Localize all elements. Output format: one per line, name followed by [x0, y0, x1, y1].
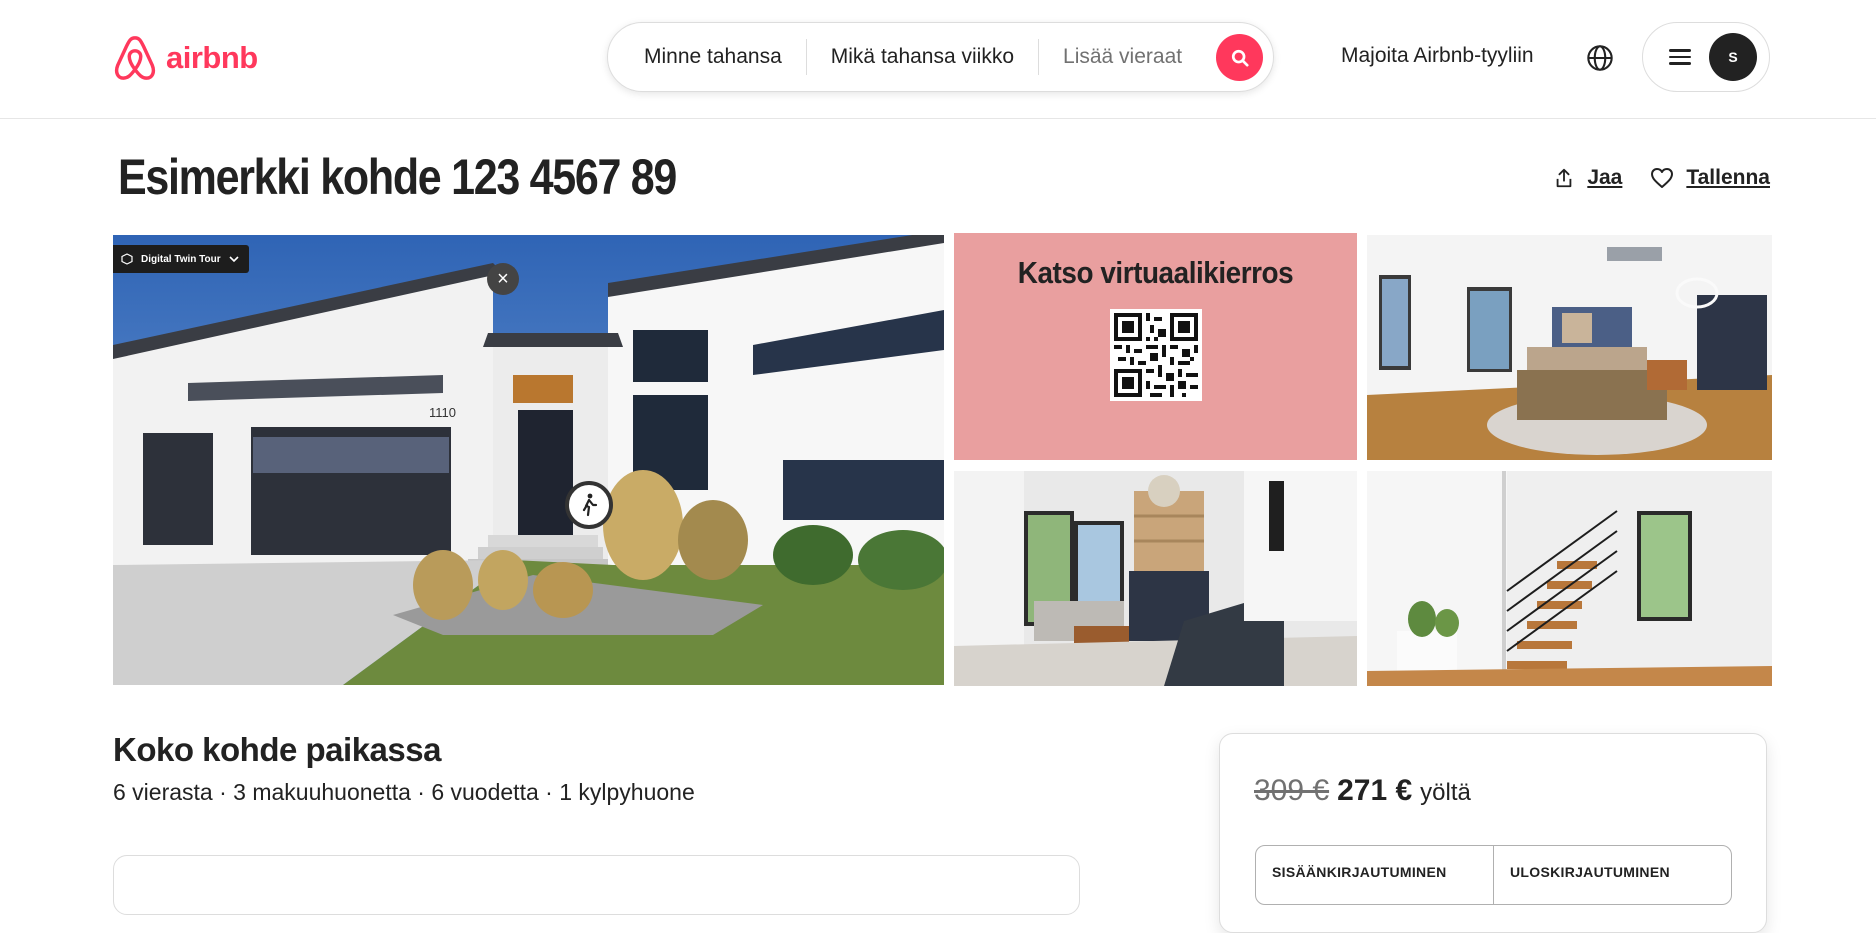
user-menu-button[interactable]: S	[1642, 22, 1770, 92]
walk-navigation-button[interactable]	[565, 481, 613, 529]
qr-code-icon	[1114, 313, 1198, 397]
host-link[interactable]: Majoita Airbnb-tyyliin	[1341, 44, 1534, 68]
price-unit: yöltä	[1420, 779, 1471, 806]
booking-card: 309 € 271 € yöltä SISÄÄNKIRJAUTUMINEN UL…	[1219, 733, 1767, 933]
airbnb-logo[interactable]: airbnb	[112, 33, 258, 83]
close-tour-button[interactable]: ×	[487, 263, 519, 295]
main-photo-virtual-tour[interactable]: Digital Twin Tour × 1110	[113, 235, 944, 685]
search-when[interactable]: Mikä tahansa viikko	[807, 45, 1038, 69]
bedroom-photo[interactable]	[1367, 235, 1772, 460]
virtual-tour-card[interactable]: Katso virtuaalikierros	[954, 233, 1357, 460]
globe-icon[interactable]	[1586, 44, 1614, 72]
staircase-image	[1367, 471, 1772, 686]
bedroom-image	[1367, 235, 1772, 460]
airbnb-logo-icon	[114, 36, 156, 80]
menu-icon	[1669, 45, 1691, 69]
heart-icon	[1651, 168, 1674, 188]
virtual-tour-title: Katso virtuaalikierros	[1017, 255, 1294, 290]
old-price: 309 €	[1254, 774, 1330, 807]
summary-title: Koko kohde paikassa	[113, 731, 441, 768]
listing-title: Esimerkki kohde 123 4567 89	[118, 149, 677, 205]
house-number: 1110	[429, 405, 456, 420]
share-button[interactable]: Jaa	[1553, 166, 1622, 190]
top-header: airbnb Minne tahansa Mikä tahansa viikko…	[0, 0, 1876, 119]
search-where[interactable]: Minne tahansa	[608, 45, 806, 69]
price-row: 309 € 271 € yöltä	[1254, 774, 1471, 808]
staircase-photo[interactable]	[1367, 471, 1772, 686]
walker-icon	[582, 493, 598, 517]
search-icon	[1231, 49, 1249, 67]
qr-code	[1110, 309, 1202, 401]
chevron-down-icon	[229, 256, 239, 263]
avatar: S	[1709, 33, 1757, 81]
cube-icon	[121, 253, 133, 265]
house-exterior-image	[113, 235, 944, 685]
search-guests[interactable]: Lisää vieraat	[1039, 45, 1206, 69]
digital-twin-tour-chip[interactable]: Digital Twin Tour	[113, 245, 249, 273]
living-room-photo[interactable]	[954, 471, 1357, 686]
checkout-field[interactable]: ULOSKIRJAUTUMINEN	[1493, 846, 1731, 904]
listing-actions: Jaa Tallenna	[1553, 166, 1770, 190]
search-button[interactable]	[1216, 34, 1263, 81]
share-icon	[1556, 168, 1572, 188]
new-price: 271 €	[1337, 774, 1413, 807]
summary-details: 6 vierasta · 3 makuuhuonetta · 6 vuodett…	[113, 779, 695, 805]
checkin-field[interactable]: SISÄÄNKIRJAUTUMINEN	[1256, 846, 1493, 904]
date-picker[interactable]: SISÄÄNKIRJAUTUMINEN ULOSKIRJAUTUMINEN	[1255, 845, 1732, 905]
logo-text: airbnb	[166, 40, 258, 75]
share-label: Jaa	[1587, 166, 1623, 189]
save-label: Tallenna	[1686, 166, 1770, 189]
tour-chip-label: Digital Twin Tour	[141, 253, 221, 265]
search-bar[interactable]: Minne tahansa Mikä tahansa viikko Lisää …	[607, 22, 1274, 92]
living-room-image	[954, 471, 1357, 686]
info-card	[113, 855, 1080, 915]
close-icon: ×	[497, 267, 509, 290]
save-button[interactable]: Tallenna	[1650, 166, 1770, 190]
